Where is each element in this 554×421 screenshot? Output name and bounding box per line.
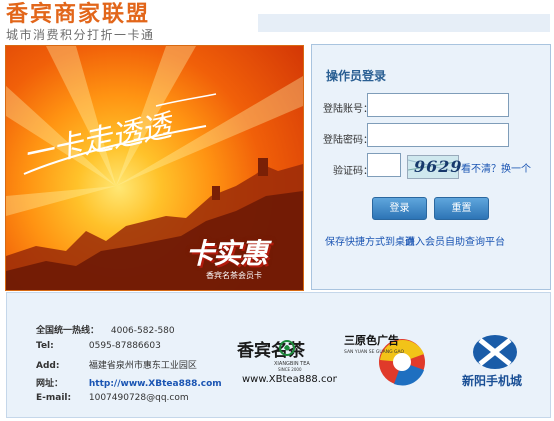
- xiangbin-site: www.XBtea888.com: [242, 374, 337, 385]
- xiangbin-since: SINCE 2000: [278, 367, 302, 372]
- refresh-captcha-link[interactable]: 看不清？换一个: [461, 160, 531, 175]
- sanyuan-english: SAN YUAN SE GUANG GAO: [344, 349, 404, 355]
- email-value: 1007490728@qq.com: [88, 393, 189, 403]
- card-caption: 香宾名茶会员卡: [206, 271, 262, 280]
- address-label: Add:: [36, 361, 60, 371]
- sanyuan-name: 三原色广告: [344, 333, 399, 347]
- tel-value: 0595-87886603: [88, 341, 161, 351]
- tel-label: Tel:: [36, 341, 54, 351]
- card-logo-text: 卡实惠: [186, 237, 268, 270]
- captcha-text: 9629: [414, 157, 463, 176]
- brand-title: 香宾商家联盟: [6, 2, 151, 27]
- xinyang-name: 新阳手机城: [462, 373, 522, 388]
- website-label: 网址：: [36, 379, 64, 389]
- login-title: 操作员登录: [326, 69, 387, 83]
- top-strip: [258, 14, 550, 32]
- brand-subtitle: 城市消费积分打折一卡通: [6, 28, 155, 42]
- xiangbin-tea-logo: 香宾名茶 XIANGBIN TEA SINCE 2000 www.XBtea88…: [237, 338, 342, 386]
- address-value: 福建省泉州市惠东工业园区: [88, 361, 197, 371]
- hotline-row: 全国统一热线： 4006-582-580: [36, 323, 175, 336]
- hotline-label: 全国统一热线：: [36, 326, 100, 336]
- login-button[interactable]: 登录: [372, 197, 427, 220]
- email-row: E-mail: 1007490728@qq.com: [36, 393, 189, 403]
- website-row: 网址： http://www.XBtea888.com: [36, 376, 222, 389]
- account-label: 登陆账号：: [323, 104, 373, 115]
- website-link[interactable]: http://www.XBtea888.com: [89, 379, 222, 389]
- hotline-value: 4006-582-580: [110, 326, 175, 336]
- account-input[interactable]: [367, 93, 509, 117]
- captcha-image[interactable]: 9629: [407, 155, 462, 179]
- save-shortcut-link[interactable]: 保存快捷方式到桌面: [325, 233, 415, 248]
- password-input[interactable]: [367, 123, 509, 147]
- xiangbin-name: 香宾名茶: [237, 340, 306, 361]
- tel-row: Tel: 0595-87886603: [36, 341, 161, 351]
- email-label: E-mail:: [36, 393, 72, 403]
- banner-image: 一卡走透透 卡实惠 香宾名茶会员卡: [5, 45, 304, 291]
- member-query-link[interactable]: 进入会员自助查询平台: [405, 233, 505, 248]
- password-label: 登陆密码：: [323, 135, 373, 146]
- reset-button[interactable]: 重置: [434, 197, 489, 220]
- brand-header: 香宾商家联盟 城市消费积分打折一卡通: [6, 2, 155, 42]
- captcha-input[interactable]: [367, 153, 401, 177]
- xinyang-phone-logo: 新阳手机城: [460, 332, 530, 390]
- address-row: Add: 福建省泉州市惠东工业园区: [36, 358, 197, 371]
- sanyuan-ad-logo: 三原色广告 SAN YUAN SE GUANG GAO: [344, 330, 434, 388]
